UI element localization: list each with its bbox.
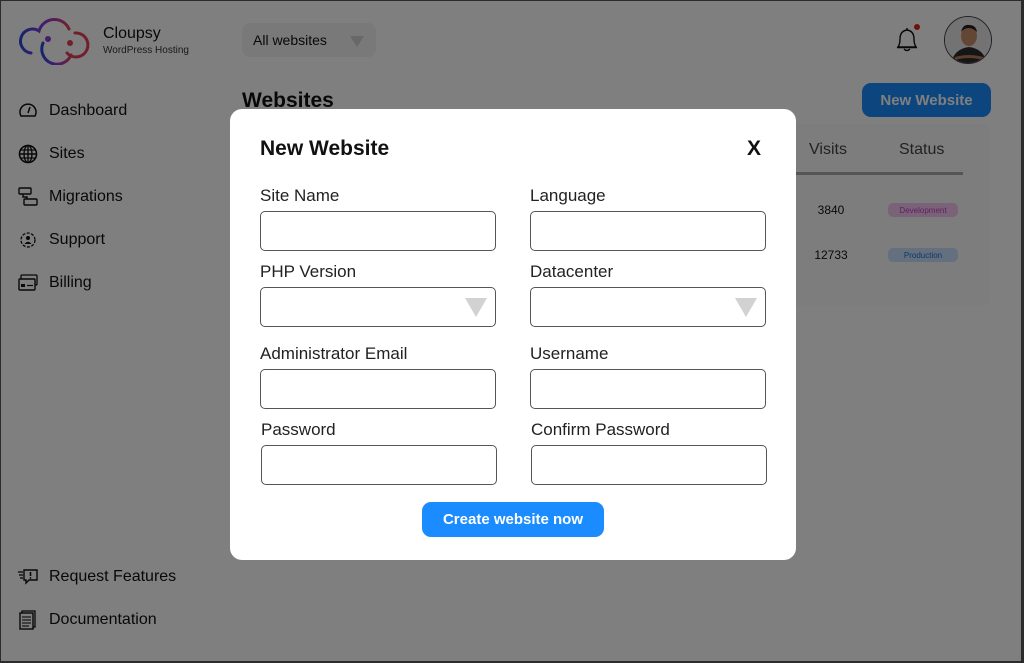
datacenter-value [530, 287, 766, 327]
language-input[interactable] [530, 211, 766, 251]
close-button[interactable]: X [747, 137, 761, 161]
admin-email-field-group: Administrator Email [260, 343, 496, 409]
php-version-value [260, 287, 496, 327]
language-label: Language [530, 186, 606, 205]
confirm-password-input[interactable] [531, 445, 767, 485]
site-name-label: Site Name [260, 186, 340, 205]
php-version-select[interactable] [260, 287, 496, 327]
password-label: Password [261, 420, 336, 439]
datacenter-select[interactable] [530, 287, 766, 327]
language-field-group: Language [530, 185, 766, 251]
caret-down-icon [465, 298, 487, 317]
password-input[interactable] [261, 445, 497, 485]
create-website-button[interactable]: Create website now [422, 502, 604, 537]
confirm-password-label: Confirm Password [531, 420, 670, 439]
new-website-modal: New Website X Site Name Language PHP Ver… [230, 109, 796, 560]
site-name-input[interactable] [260, 211, 496, 251]
site-name-field-group: Site Name [260, 185, 496, 251]
password-field-group: Password [261, 419, 497, 485]
app-window: Cloupsy WordPress Hosting Dashboard Site… [1, 1, 1021, 661]
php-version-field-group: PHP Version [260, 261, 496, 327]
datacenter-field-group: Datacenter [530, 261, 766, 327]
admin-email-label: Administrator Email [260, 344, 408, 363]
admin-email-input[interactable] [260, 369, 496, 409]
username-field-group: Username [530, 343, 766, 409]
username-input[interactable] [530, 369, 766, 409]
datacenter-label: Datacenter [530, 262, 614, 281]
php-version-label: PHP Version [260, 262, 357, 281]
username-label: Username [530, 344, 609, 363]
caret-down-icon [735, 298, 757, 317]
confirm-password-field-group: Confirm Password [531, 419, 767, 485]
modal-title: New Website [260, 137, 390, 160]
